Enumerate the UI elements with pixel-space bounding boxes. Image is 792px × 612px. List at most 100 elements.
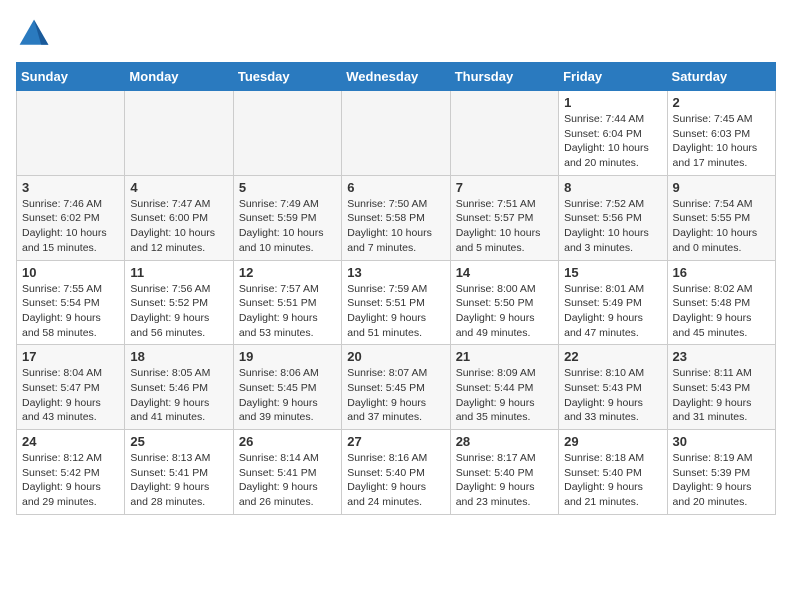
calendar-cell: 28 Sunrise: 8:17 AM Sunset: 5:40 PM Dayli… <box>450 430 558 515</box>
weekday-header-wednesday: Wednesday <box>342 63 450 91</box>
calendar-week-row: 10Sunrise: 7:55 AM Sunset: 5:54 PM Dayli… <box>17 260 776 345</box>
day-number: 19 <box>239 349 336 364</box>
day-info: Sunrise: 8:18 AM Sunset: 5:40 PM Dayligh… <box>564 451 661 510</box>
day-number: 27 <box>347 434 444 449</box>
day-number: 11 <box>130 265 227 280</box>
calendar-cell: 16 Sunrise: 8:02 AM Sunset: 5:48 PM Dayli… <box>667 260 775 345</box>
calendar-cell: 11 Sunrise: 7:56 AM Sunset: 5:52 PM Dayli… <box>125 260 233 345</box>
calendar-cell: 7 Sunrise: 7:51 AM Sunset: 5:57 PM Daylig… <box>450 175 558 260</box>
calendar-cell: 29Sunrise: 8:18 AM Sunset: 5:40 PM Dayli… <box>559 430 667 515</box>
day-info: Sunrise: 8:13 AM Sunset: 5:41 PM Dayligh… <box>130 451 227 510</box>
calendar-cell <box>233 91 341 176</box>
calendar-cell: 12 Sunrise: 7:57 AM Sunset: 5:51 PM Dayli… <box>233 260 341 345</box>
calendar-cell: 30Sunrise: 8:19 AM Sunset: 5:39 PM Dayli… <box>667 430 775 515</box>
day-number: 25 <box>130 434 227 449</box>
calendar-cell: 3 Sunrise: 7:46 AM Sunset: 6:02 PM Daylig… <box>17 175 125 260</box>
day-info: Sunrise: 7:59 AM Sunset: 5:51 PM Dayligh… <box>347 282 444 341</box>
day-info: Sunrise: 8:16 AM Sunset: 5:40 PM Dayligh… <box>347 451 444 510</box>
calendar-cell: 6Sunrise: 7:50 AM Sunset: 5:58 PM Daylig… <box>342 175 450 260</box>
day-number: 18 <box>130 349 227 364</box>
calendar-cell: 13 Sunrise: 7:59 AM Sunset: 5:51 PM Dayli… <box>342 260 450 345</box>
day-info: Sunrise: 7:46 AM Sunset: 6:02 PM Dayligh… <box>22 197 119 256</box>
day-info: Sunrise: 7:57 AM Sunset: 5:51 PM Dayligh… <box>239 282 336 341</box>
calendar-cell <box>450 91 558 176</box>
day-number: 24 <box>22 434 119 449</box>
calendar-cell: 24 Sunrise: 8:12 AM Sunset: 5:42 PM Dayli… <box>17 430 125 515</box>
day-info: Sunrise: 8:05 AM Sunset: 5:46 PM Dayligh… <box>130 366 227 425</box>
calendar-cell <box>17 91 125 176</box>
calendar-cell: 19 Sunrise: 8:06 AM Sunset: 5:45 PM Dayli… <box>233 345 341 430</box>
calendar-cell: 20 Sunrise: 8:07 AM Sunset: 5:45 PM Dayli… <box>342 345 450 430</box>
page-header <box>16 16 776 52</box>
calendar-cell: 26 Sunrise: 8:14 AM Sunset: 5:41 PM Dayli… <box>233 430 341 515</box>
calendar-week-row: 17 Sunrise: 8:04 AM Sunset: 5:47 PM Dayli… <box>17 345 776 430</box>
day-info: Sunrise: 7:44 AM Sunset: 6:04 PM Dayligh… <box>564 112 661 171</box>
day-info: Sunrise: 8:11 AM Sunset: 5:43 PM Dayligh… <box>673 366 770 425</box>
day-info: Sunrise: 7:49 AM Sunset: 5:59 PM Dayligh… <box>239 197 336 256</box>
calendar-cell: 2 Sunrise: 7:45 AM Sunset: 6:03 PM Daylig… <box>667 91 775 176</box>
logo-icon <box>16 16 52 52</box>
day-number: 13 <box>347 265 444 280</box>
day-info: Sunrise: 8:09 AM Sunset: 5:44 PM Dayligh… <box>456 366 553 425</box>
day-number: 7 <box>456 180 553 195</box>
day-info: Sunrise: 7:45 AM Sunset: 6:03 PM Dayligh… <box>673 112 770 171</box>
calendar-cell: 17 Sunrise: 8:04 AM Sunset: 5:47 PM Dayli… <box>17 345 125 430</box>
calendar-cell: 23Sunrise: 8:11 AM Sunset: 5:43 PM Dayli… <box>667 345 775 430</box>
calendar-cell: 21 Sunrise: 8:09 AM Sunset: 5:44 PM Dayli… <box>450 345 558 430</box>
day-number: 6 <box>347 180 444 195</box>
day-info: Sunrise: 7:54 AM Sunset: 5:55 PM Dayligh… <box>673 197 770 256</box>
calendar-week-row: 24 Sunrise: 8:12 AM Sunset: 5:42 PM Dayli… <box>17 430 776 515</box>
day-number: 5 <box>239 180 336 195</box>
weekday-header-monday: Monday <box>125 63 233 91</box>
calendar-cell: 8 Sunrise: 7:52 AM Sunset: 5:56 PM Daylig… <box>559 175 667 260</box>
day-number: 20 <box>347 349 444 364</box>
day-info: Sunrise: 8:02 AM Sunset: 5:48 PM Dayligh… <box>673 282 770 341</box>
day-info: Sunrise: 8:06 AM Sunset: 5:45 PM Dayligh… <box>239 366 336 425</box>
day-number: 15 <box>564 265 661 280</box>
calendar-cell: 27 Sunrise: 8:16 AM Sunset: 5:40 PM Dayli… <box>342 430 450 515</box>
calendar-cell <box>342 91 450 176</box>
calendar-cell: 1Sunrise: 7:44 AM Sunset: 6:04 PM Daylig… <box>559 91 667 176</box>
day-info: Sunrise: 8:07 AM Sunset: 5:45 PM Dayligh… <box>347 366 444 425</box>
day-info: Sunrise: 8:19 AM Sunset: 5:39 PM Dayligh… <box>673 451 770 510</box>
weekday-header-friday: Friday <box>559 63 667 91</box>
day-info: Sunrise: 7:56 AM Sunset: 5:52 PM Dayligh… <box>130 282 227 341</box>
day-number: 14 <box>456 265 553 280</box>
day-info: Sunrise: 7:51 AM Sunset: 5:57 PM Dayligh… <box>456 197 553 256</box>
day-info: Sunrise: 7:52 AM Sunset: 5:56 PM Dayligh… <box>564 197 661 256</box>
day-info: Sunrise: 8:12 AM Sunset: 5:42 PM Dayligh… <box>22 451 119 510</box>
calendar: SundayMondayTuesdayWednesdayThursdayFrid… <box>16 62 776 515</box>
calendar-cell: 25 Sunrise: 8:13 AM Sunset: 5:41 PM Dayli… <box>125 430 233 515</box>
day-number: 4 <box>130 180 227 195</box>
day-number: 2 <box>673 95 770 110</box>
day-info: Sunrise: 8:01 AM Sunset: 5:49 PM Dayligh… <box>564 282 661 341</box>
calendar-week-row: 3 Sunrise: 7:46 AM Sunset: 6:02 PM Daylig… <box>17 175 776 260</box>
day-number: 9 <box>673 180 770 195</box>
calendar-cell: 10Sunrise: 7:55 AM Sunset: 5:54 PM Dayli… <box>17 260 125 345</box>
calendar-cell: 5 Sunrise: 7:49 AM Sunset: 5:59 PM Daylig… <box>233 175 341 260</box>
day-number: 16 <box>673 265 770 280</box>
day-number: 8 <box>564 180 661 195</box>
calendar-cell: 4 Sunrise: 7:47 AM Sunset: 6:00 PM Daylig… <box>125 175 233 260</box>
day-info: Sunrise: 8:14 AM Sunset: 5:41 PM Dayligh… <box>239 451 336 510</box>
logo <box>16 16 56 52</box>
weekday-header-row: SundayMondayTuesdayWednesdayThursdayFrid… <box>17 63 776 91</box>
day-info: Sunrise: 8:00 AM Sunset: 5:50 PM Dayligh… <box>456 282 553 341</box>
day-number: 3 <box>22 180 119 195</box>
day-info: Sunrise: 8:10 AM Sunset: 5:43 PM Dayligh… <box>564 366 661 425</box>
weekday-header-tuesday: Tuesday <box>233 63 341 91</box>
day-number: 10 <box>22 265 119 280</box>
day-number: 21 <box>456 349 553 364</box>
calendar-cell: 15 Sunrise: 8:01 AM Sunset: 5:49 PM Dayli… <box>559 260 667 345</box>
day-number: 28 <box>456 434 553 449</box>
day-info: Sunrise: 7:47 AM Sunset: 6:00 PM Dayligh… <box>130 197 227 256</box>
calendar-cell: 18 Sunrise: 8:05 AM Sunset: 5:46 PM Dayli… <box>125 345 233 430</box>
day-number: 12 <box>239 265 336 280</box>
day-number: 26 <box>239 434 336 449</box>
calendar-cell: 22Sunrise: 8:10 AM Sunset: 5:43 PM Dayli… <box>559 345 667 430</box>
weekday-header-saturday: Saturday <box>667 63 775 91</box>
day-number: 17 <box>22 349 119 364</box>
weekday-header-sunday: Sunday <box>17 63 125 91</box>
day-info: Sunrise: 8:04 AM Sunset: 5:47 PM Dayligh… <box>22 366 119 425</box>
day-info: Sunrise: 8:17 AM Sunset: 5:40 PM Dayligh… <box>456 451 553 510</box>
